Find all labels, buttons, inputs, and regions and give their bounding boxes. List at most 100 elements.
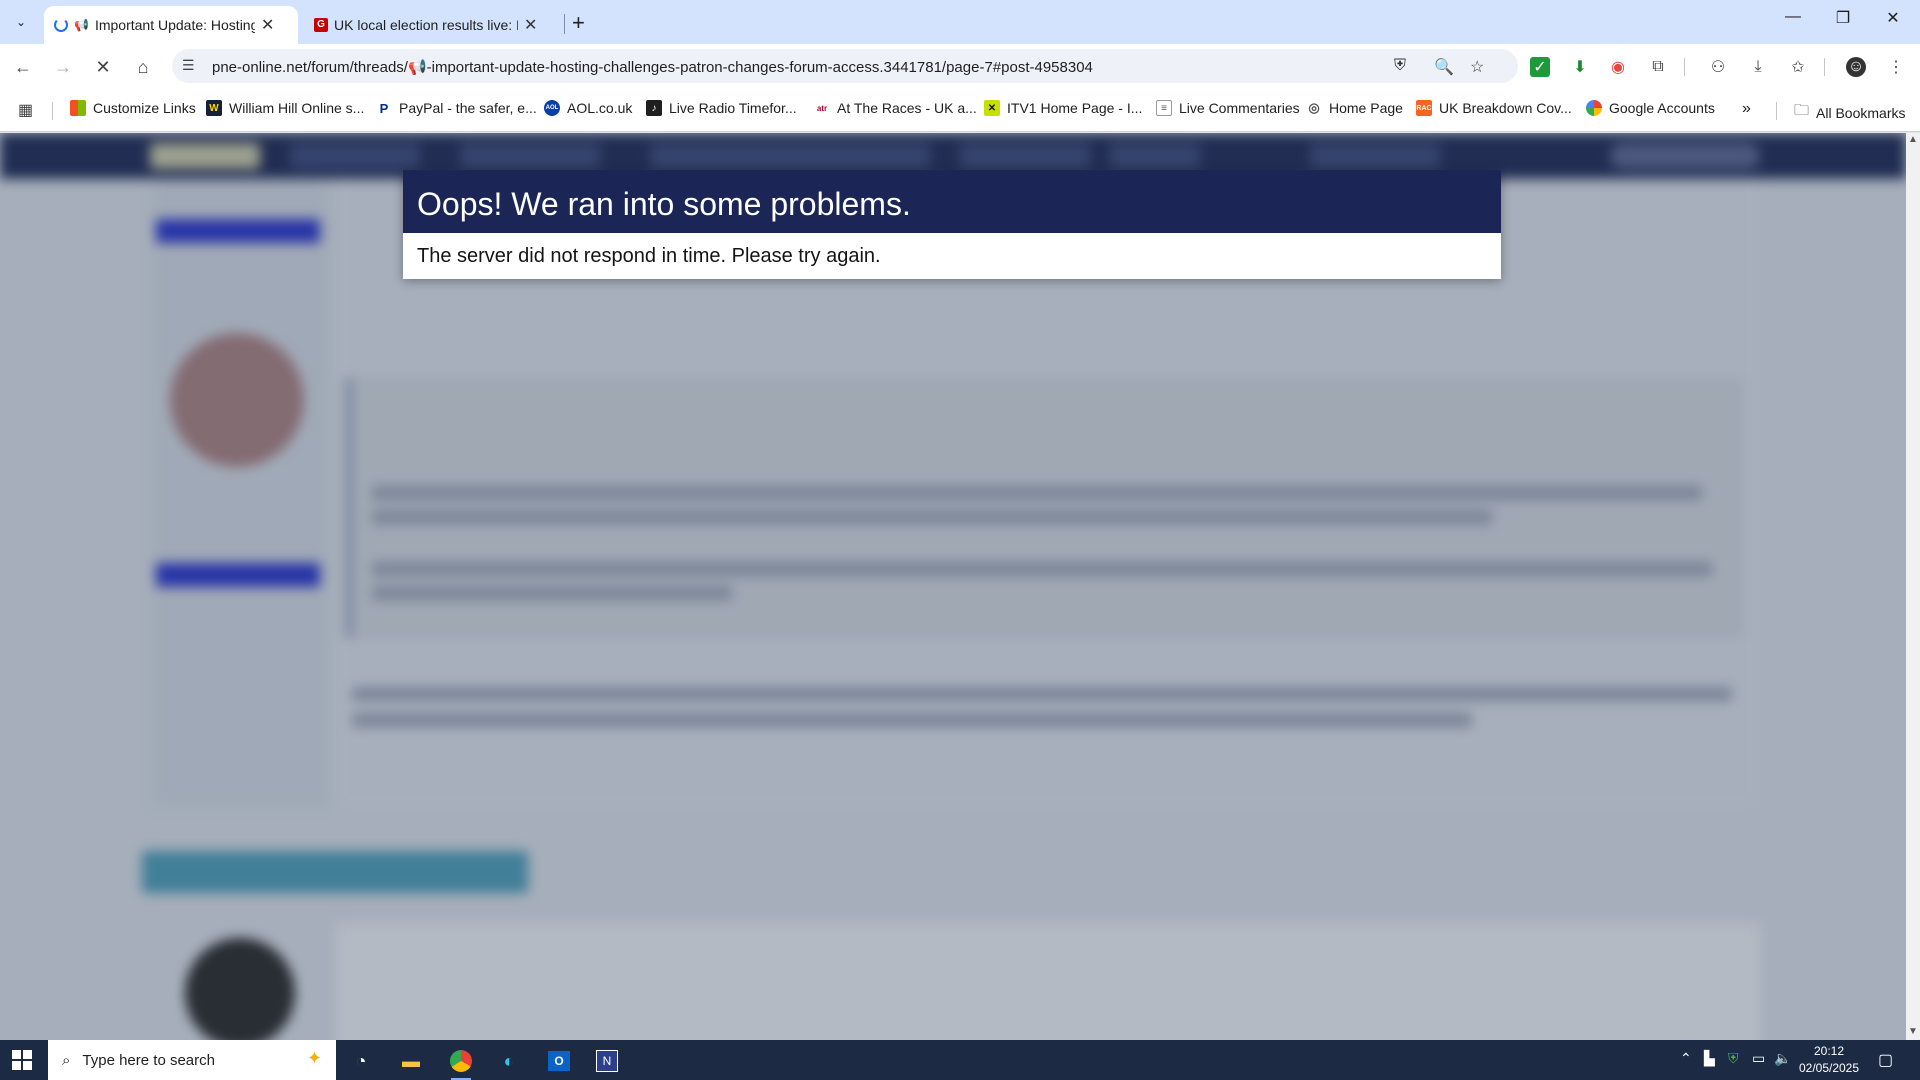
itv-icon: ✕	[984, 100, 1000, 116]
bookmark-customize-links[interactable]: Customize Links	[70, 100, 196, 116]
network-icon[interactable]: ▭	[1752, 1050, 1765, 1067]
downloads-icon[interactable]: ⤓	[1748, 57, 1768, 77]
chevron-down-icon: ⌄	[15, 15, 27, 29]
extensions-puzzle-icon[interactable]: ⧉	[1648, 57, 1668, 77]
outlook-icon[interactable]: O	[544, 1046, 574, 1076]
restore-button[interactable]: ❐	[1820, 8, 1866, 28]
bookmark-home-page[interactable]: ◎ Home Page	[1306, 100, 1403, 116]
bookmark-live-commentaries[interactable]: ≡ Live Commentaries	[1156, 100, 1300, 116]
taskbar-clock[interactable]: 20:12 02/05/2025	[1796, 1043, 1862, 1077]
bookmark-william-hill[interactable]: W William Hill Online s...	[206, 100, 364, 116]
radio-icon: ♪	[646, 100, 662, 116]
address-bar[interactable]: ☰ pne-online.net/forum/threads/📢-importa…	[172, 49, 1518, 83]
windows-grid-icon	[70, 100, 86, 116]
toolbar-separator	[1684, 58, 1685, 76]
double-chevron-icon: »	[1742, 100, 1751, 117]
error-dialog-title: Oops! We ran into some problems.	[403, 170, 1501, 233]
bookmark-paypal[interactable]: P PayPal - the safer, e...	[376, 100, 537, 116]
sparkle-icon: ✦	[306, 1048, 322, 1068]
shield-extension-icon[interactable]: ⛨	[1394, 57, 1406, 75]
bookmark-separator	[1776, 102, 1777, 120]
bookmark-label: Customize Links	[93, 100, 196, 116]
scroll-down-icon[interactable]: ▼	[1908, 1026, 1918, 1037]
google-lens-extension-icon[interactable]: ◉	[1608, 57, 1628, 77]
paypal-icon: P	[376, 100, 392, 116]
bookmark-label: Home Page	[1329, 100, 1403, 116]
bookmark-uk-breakdown[interactable]: RAC UK Breakdown Cov...	[1416, 100, 1572, 116]
volume-icon[interactable]: 🔈	[1774, 1050, 1791, 1067]
url-text: pne-online.net/forum/threads/📢-important…	[212, 59, 1093, 76]
windows-taskbar: ⌕ Type here to search ✦ ◔ ▬ ◐ O N ⌃ ▙ ⛨ …	[0, 1040, 1920, 1080]
guardian-icon: G	[314, 18, 328, 32]
tab-search-button[interactable]: ⌄	[8, 10, 34, 34]
search-placeholder: Type here to search	[82, 1051, 215, 1069]
page-icon: ≡	[1156, 100, 1172, 116]
clock-date: 02/05/2025	[1798, 1061, 1860, 1075]
taskbar-search-box[interactable]: ⌕ Type here to search ✦	[48, 1040, 336, 1080]
page-scrollbar[interactable]	[1906, 133, 1920, 1040]
task-view-icon[interactable]: ◔	[346, 1046, 376, 1076]
bookmark-label: Live Commentaries	[1179, 100, 1300, 116]
forward-button[interactable]: →	[50, 54, 76, 80]
favorites-star-icon[interactable]: ✩	[1788, 57, 1808, 77]
file-explorer-icon[interactable]: ▬	[396, 1046, 426, 1076]
bookmark-label: At The Races - UK a...	[837, 100, 977, 116]
search-icon: ⌕	[62, 1051, 71, 1069]
close-tab-icon[interactable]: ✕	[524, 15, 537, 35]
incognito-icon[interactable]: ⚇	[1708, 57, 1728, 77]
error-dialog: Oops! We ran into some problems. The ser…	[403, 170, 1501, 279]
bookmark-separator	[52, 102, 53, 120]
tab-title: UK local election results live: Hu	[334, 17, 518, 33]
minimize-button[interactable]: —	[1770, 8, 1816, 26]
chrome-icon[interactable]	[446, 1046, 476, 1080]
globe-icon: ◎	[1306, 100, 1322, 116]
aol-icon: AOL	[544, 100, 560, 116]
bookmark-label: Google Accounts	[1609, 100, 1715, 116]
download-arrow-extension-icon[interactable]: ⬇	[1570, 57, 1590, 77]
clock-time: 20:12	[1813, 1044, 1845, 1058]
tab-strip: ⌄ 📢 Important Update: Hosting ✕ G UK loc…	[0, 0, 1920, 44]
show-hidden-icons[interactable]: ⌃	[1680, 1050, 1692, 1067]
zoom-icon[interactable]: 🔍	[1434, 57, 1454, 77]
stop-button[interactable]: ✕	[90, 54, 116, 80]
all-bookmarks-button[interactable]: 🗀 All Bookmarks	[1794, 100, 1905, 125]
tab-separator	[564, 14, 565, 34]
bookmark-label: AOL.co.uk	[567, 100, 633, 116]
app-pinned-icon[interactable]: N	[592, 1046, 622, 1076]
close-tab-icon[interactable]: ✕	[261, 15, 274, 35]
close-window-button[interactable]: ✕	[1870, 8, 1916, 28]
atr-icon: atr	[814, 100, 830, 116]
bookmark-label: UK Breakdown Cov...	[1439, 100, 1572, 116]
bookmark-aol[interactable]: AOL AOL.co.uk	[544, 100, 632, 116]
menu-kebab-icon[interactable]: ⋮	[1886, 57, 1906, 77]
back-button[interactable]: ←	[10, 54, 36, 80]
apps-grid-icon: ▦	[18, 102, 34, 119]
notifications-icon[interactable]: ▢	[1878, 1050, 1893, 1070]
scroll-up-icon[interactable]: ▲	[1908, 134, 1918, 145]
tab-important-update[interactable]: 📢 Important Update: Hosting ✕	[44, 6, 298, 44]
bookmark-google-accounts[interactable]: Google Accounts	[1586, 100, 1715, 116]
bookmark-star-icon[interactable]: ☆	[1470, 57, 1484, 77]
bookmark-label: William Hill Online s...	[229, 100, 365, 116]
bookmark-at-the-races[interactable]: atr At The Races - UK a...	[814, 100, 977, 116]
site-info-icon[interactable]: ☰	[182, 57, 195, 74]
network-widget-icon[interactable]: ▙	[1704, 1050, 1715, 1067]
bookmark-itv1[interactable]: ✕ ITV1 Home Page - I...	[984, 100, 1142, 116]
tab-election-results[interactable]: G UK local election results live: Hu ✕	[304, 6, 556, 44]
chrome-logo	[450, 1050, 472, 1072]
google-icon	[1586, 100, 1602, 116]
more-bookmarks-button[interactable]: »	[1742, 100, 1751, 118]
security-icon[interactable]: ⛨	[1728, 1050, 1739, 1067]
error-dialog-message: The server did not respond in time. Plea…	[417, 245, 881, 267]
checkmark-extension-icon[interactable]: ✓	[1530, 57, 1550, 77]
rac-icon: RAC	[1416, 100, 1432, 116]
profile-avatar-icon[interactable]: ☺	[1846, 57, 1866, 77]
bookmark-label: PayPal - the safer, e...	[399, 100, 537, 116]
edge-icon[interactable]: ◐	[494, 1046, 524, 1076]
new-tab-button[interactable]: +	[572, 10, 585, 36]
apps-grid-button[interactable]: ▦	[18, 100, 33, 120]
home-button[interactable]: ⌂	[130, 54, 156, 80]
toolbar-separator	[1824, 58, 1825, 76]
bookmark-live-radio[interactable]: ♪ Live Radio Timefor...	[646, 100, 797, 116]
start-button[interactable]	[12, 1050, 32, 1070]
